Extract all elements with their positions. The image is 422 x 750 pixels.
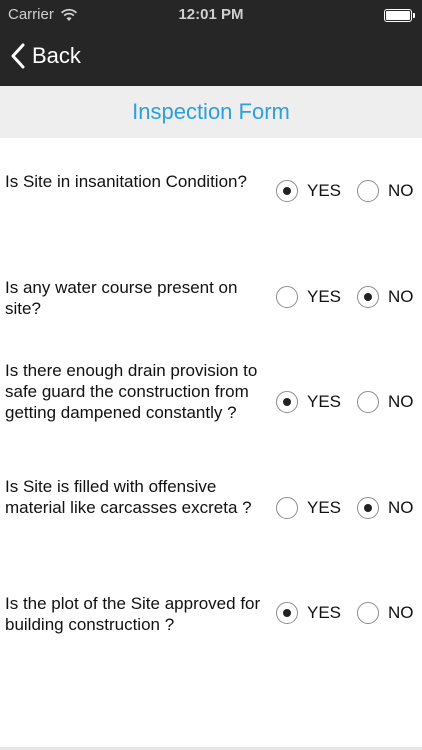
yes-option[interactable]: YES: [276, 391, 341, 413]
yes-radio[interactable]: [276, 391, 298, 413]
yes-option[interactable]: YES: [276, 180, 341, 202]
yes-label: YES: [307, 181, 342, 200]
chevron-left-icon: [11, 43, 25, 69]
yes-label: YES: [307, 603, 342, 622]
no-option[interactable]: NO: [357, 180, 414, 202]
no-label: NO: [388, 181, 414, 200]
answer-options: YES NO: [276, 391, 414, 413]
page-title: Inspection Form: [132, 99, 290, 124]
no-radio[interactable]: [357, 180, 380, 202]
question-text: Is any water course present on site?: [5, 278, 238, 318]
no-radio[interactable]: [357, 602, 380, 624]
no-label: NO: [388, 287, 414, 306]
question-text: Is the plot of the Site approved for bui…: [5, 594, 261, 634]
yes-label: YES: [307, 287, 342, 306]
answer-options: YES NO: [276, 602, 414, 624]
battery-icon: [384, 9, 415, 22]
navigation-bar: Carrier 12:01 PM Back: [0, 0, 422, 86]
no-radio[interactable]: [357, 286, 380, 308]
no-option[interactable]: NO: [357, 602, 414, 624]
no-label: NO: [388, 603, 414, 622]
yes-radio[interactable]: [276, 180, 298, 202]
no-radio[interactable]: [357, 497, 380, 519]
yes-label: YES: [307, 498, 342, 517]
no-label: NO: [388, 392, 414, 411]
yes-radio[interactable]: [276, 286, 298, 308]
yes-radio[interactable]: [276, 497, 298, 519]
status-bar: Carrier 12:01 PM: [0, 0, 422, 30]
no-radio[interactable]: [357, 391, 380, 413]
no-option[interactable]: NO: [357, 391, 414, 413]
yes-option[interactable]: YES: [276, 497, 341, 519]
yes-radio[interactable]: [276, 602, 298, 624]
yes-label: YES: [307, 392, 342, 411]
yes-option[interactable]: YES: [276, 602, 341, 624]
answer-options: YES NO: [276, 180, 414, 202]
question-text: Is Site in insanitation Condition?: [5, 172, 247, 191]
yes-option[interactable]: YES: [276, 286, 341, 308]
title-bar: Inspection Form: [0, 86, 422, 138]
no-option[interactable]: NO: [357, 497, 414, 519]
status-time: 12:01 PM: [178, 6, 244, 23]
answer-options: YES NO: [276, 497, 414, 519]
back-label: Back: [32, 43, 81, 68]
back-button[interactable]: Back: [10, 40, 81, 72]
question-text: Is Site is filled with offensive materia…: [5, 477, 252, 517]
no-label: NO: [388, 498, 414, 517]
question-text: Is there enough drain provision to safe …: [5, 361, 258, 422]
no-option[interactable]: NO: [357, 286, 414, 308]
answer-options: YES NO: [276, 286, 414, 308]
